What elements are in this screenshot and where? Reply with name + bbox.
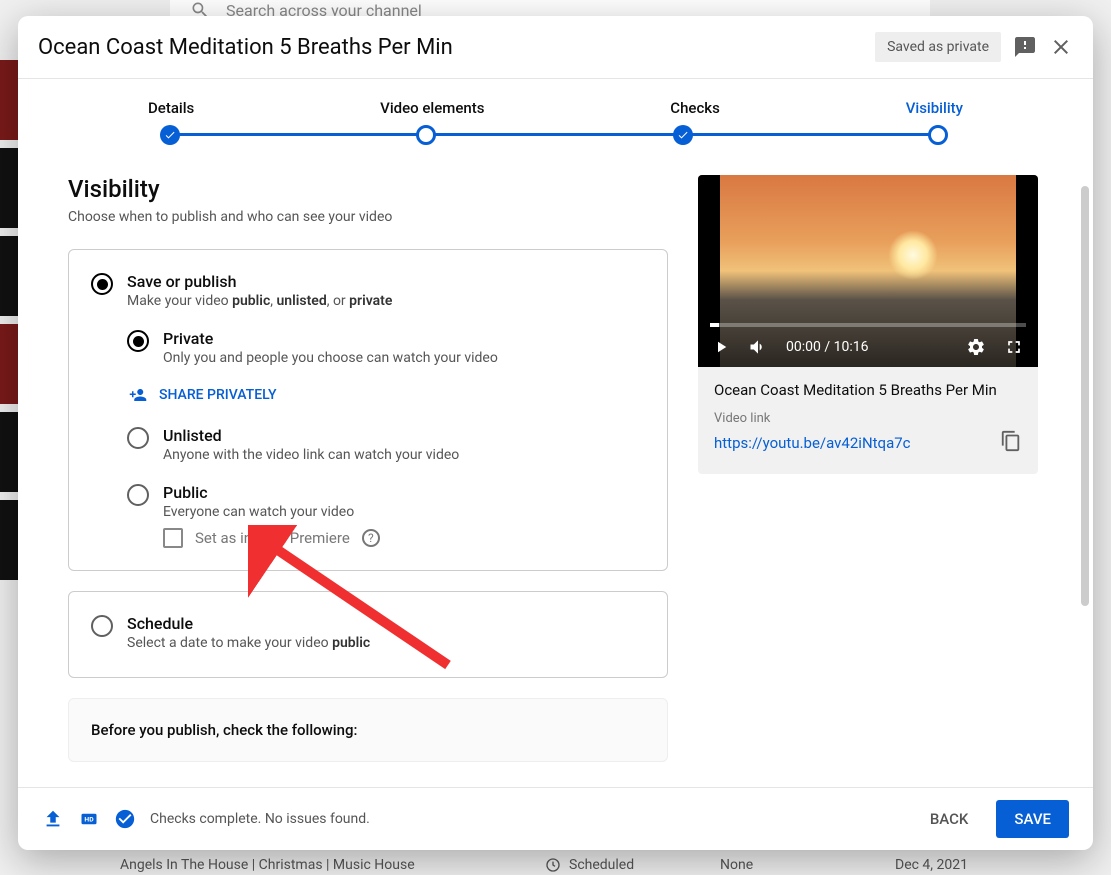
video-preview-title: Ocean Coast Meditation 5 Breaths Per Min (714, 381, 1022, 399)
step-dot-4[interactable] (928, 125, 948, 145)
step-dot-3[interactable] (673, 125, 693, 145)
public-title: Public (163, 483, 645, 502)
visibility-heading: Visibility (68, 175, 668, 203)
person-add-icon (127, 386, 149, 404)
copy-icon[interactable] (1000, 430, 1022, 456)
footer-status: Checks complete. No issues found. (150, 811, 370, 827)
visibility-subheading: Choose when to publish and who can see y… (68, 209, 668, 225)
unlisted-title: Unlisted (163, 426, 645, 445)
saved-badge: Saved as private (875, 32, 1001, 62)
radio-unlisted[interactable] (127, 427, 149, 449)
background-row: Angels In The House | Christmas | Music … (0, 855, 1111, 875)
schedule-title: Schedule (127, 614, 645, 633)
dialog-header: Ocean Coast Meditation 5 Breaths Per Min… (18, 16, 1093, 78)
premiere-label: Set as instant Premiere (195, 529, 350, 547)
save-publish-title: Save or publish (127, 272, 645, 291)
help-icon[interactable]: ? (362, 529, 380, 547)
back-button[interactable]: BACK (916, 800, 983, 838)
close-icon[interactable] (1049, 35, 1073, 59)
step-details[interactable]: Details (148, 99, 194, 117)
radio-public[interactable] (127, 484, 149, 506)
feedback-icon[interactable] (1013, 35, 1037, 59)
dialog-title: Ocean Coast Meditation 5 Breaths Per Min (38, 35, 863, 60)
gear-icon[interactable] (966, 337, 986, 357)
share-privately-button[interactable]: SHARE PRIVATELY (127, 386, 645, 404)
background-sidebar (0, 60, 20, 760)
dialog-footer: HD Checks complete. No issues found. BAC… (18, 787, 1093, 850)
private-desc: Only you and people you choose can watch… (163, 350, 645, 366)
radio-private[interactable] (127, 330, 149, 352)
video-thumbnail[interactable]: 00:00 / 10:16 (698, 175, 1038, 367)
play-icon[interactable] (712, 338, 730, 356)
step-visibility[interactable]: Visibility (906, 99, 963, 117)
upload-dialog: Ocean Coast Meditation 5 Breaths Per Min… (18, 16, 1093, 850)
video-link-label: Video link (714, 411, 1022, 426)
step-dot-2[interactable] (416, 125, 436, 145)
schedule-card: Schedule Select a date to make your vide… (68, 591, 668, 678)
save-publish-card: Save or publish Make your video public, … (68, 249, 668, 571)
unlisted-desc: Anyone with the video link can watch you… (163, 447, 645, 463)
video-time: 00:00 / 10:16 (786, 339, 868, 355)
radio-schedule[interactable] (91, 615, 113, 637)
before-publish-card: Before you publish, check the following: (68, 698, 668, 762)
fullscreen-icon[interactable] (1004, 337, 1024, 357)
video-link[interactable]: https://youtu.be/av42iNtqa7c (714, 434, 911, 452)
premiere-checkbox[interactable] (163, 528, 183, 548)
radio-save-publish[interactable] (91, 273, 113, 295)
save-button[interactable]: SAVE (996, 800, 1069, 838)
check-circle-icon (114, 808, 136, 830)
svg-text:HD: HD (84, 815, 94, 823)
private-title: Private (163, 329, 645, 348)
before-publish-title: Before you publish, check the following: (91, 721, 645, 739)
upload-icon (42, 808, 64, 830)
stepper: Details Video elements Checks Visibility (18, 78, 1093, 175)
step-dot-1[interactable] (160, 125, 180, 145)
scrollbar[interactable] (1081, 186, 1089, 606)
public-desc: Everyone can watch your video (163, 504, 645, 520)
step-video-elements[interactable]: Video elements (380, 99, 484, 117)
hd-icon: HD (78, 810, 100, 828)
step-checks[interactable]: Checks (670, 99, 720, 117)
schedule-desc: Select a date to make your video public (127, 635, 645, 651)
volume-icon[interactable] (748, 337, 768, 357)
video-preview-card: 00:00 / 10:16 Ocean Coast Meditation 5 B… (698, 175, 1038, 474)
save-publish-desc: Make your video public, unlisted, or pri… (127, 293, 645, 309)
